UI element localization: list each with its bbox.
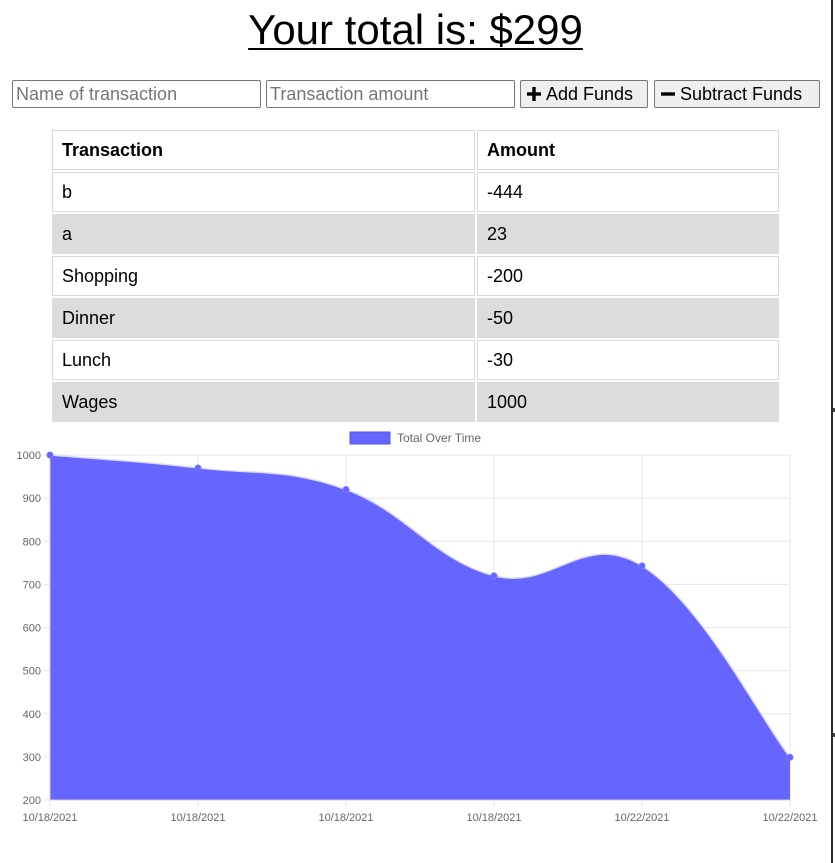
transaction-name-cell: b — [52, 172, 475, 212]
transaction-amount-cell: 1000 — [477, 382, 779, 422]
transaction-amount-cell: -30 — [477, 340, 779, 380]
transaction-amount-cell: -50 — [477, 298, 779, 338]
subtract-funds-button[interactable]: Subtract Funds — [654, 80, 820, 108]
table-row: Dinner -50 — [52, 298, 779, 338]
x-tick-label: 10/22/2021 — [614, 812, 669, 824]
series-area — [50, 455, 790, 800]
y-tick-label: 900 — [23, 493, 41, 505]
legend-label: Total Over Time — [397, 431, 481, 445]
y-tick-label: 1000 — [17, 450, 41, 462]
transaction-name-cell: Shopping — [52, 256, 475, 296]
data-point — [786, 753, 794, 761]
data-point — [342, 486, 350, 493]
plus-icon — [527, 87, 541, 101]
data-point — [490, 572, 498, 580]
y-tick-label: 400 — [23, 709, 41, 721]
y-tick-label: 800 — [23, 536, 41, 548]
legend-swatch — [349, 431, 391, 445]
data-point — [638, 562, 646, 570]
total-heading: Your total is: $299 — [248, 6, 583, 53]
transaction-amount-cell: -200 — [477, 256, 779, 296]
chart-canvas: 1000 900 800 700 600 500 400 300 200 10/18/2021 10… — [17, 431, 818, 824]
transaction-name-cell: Wages — [52, 382, 475, 422]
x-tick-label: 10/18/2021 — [318, 812, 373, 824]
data-point — [46, 451, 54, 459]
transaction-amount-cell: -444 — [477, 172, 779, 212]
transaction-name-cell: Lunch — [52, 340, 475, 380]
x-tick-label: 10/22/2021 — [762, 812, 817, 824]
x-tick-label: 10/18/2021 — [170, 812, 225, 824]
transaction-name-cell: Dinner — [52, 298, 475, 338]
table-row: Lunch -30 — [52, 340, 779, 380]
transaction-amount-input[interactable] — [266, 80, 515, 108]
table-row: Wages 1000 — [52, 382, 779, 422]
y-tick-label: 300 — [23, 752, 41, 764]
add-funds-label: Add Funds — [546, 83, 634, 104]
table-header-row: Transaction Amount — [52, 130, 779, 170]
budget-tracker-page: Your total is: $299 Add Funds Subtract F… — [0, 0, 835, 863]
transaction-column-header: Transaction — [52, 130, 475, 170]
add-funds-button[interactable]: Add Funds — [520, 80, 648, 108]
transaction-name-cell: a — [52, 214, 475, 254]
minus-icon — [661, 87, 675, 101]
transactions-table: Transaction Amount b -444 a 23 Shopping … — [50, 128, 781, 424]
table-row: b -444 — [52, 172, 779, 212]
amount-column-header: Amount — [477, 130, 779, 170]
x-tick-label: 10/18/2021 — [22, 812, 77, 824]
subtract-funds-label: Subtract Funds — [680, 83, 803, 104]
transaction-name-input[interactable] — [12, 80, 261, 108]
data-point — [194, 464, 202, 472]
table-row: Shopping -200 — [52, 256, 779, 296]
y-tick-label: 600 — [23, 623, 41, 635]
transaction-amount-cell: 23 — [477, 214, 779, 254]
y-tick-label: 500 — [23, 666, 41, 678]
y-tick-label: 200 — [23, 795, 41, 807]
total-over-time-chart: 1000 900 800 700 600 500 400 300 200 10/18/2021 10… — [0, 424, 831, 860]
x-tick-label: 10/18/2021 — [466, 812, 521, 824]
table-row: a 23 — [52, 214, 779, 254]
y-tick-label: 700 — [23, 579, 41, 591]
